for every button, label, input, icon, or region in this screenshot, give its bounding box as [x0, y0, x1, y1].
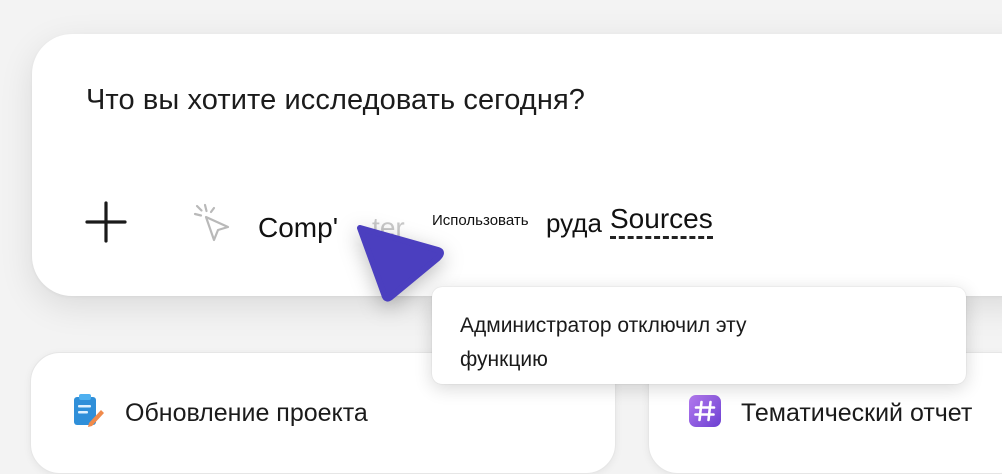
computer-use-label-start: Comp': [258, 212, 339, 243]
clipboard-edit-icon: [71, 393, 105, 429]
plus-icon: [85, 201, 127, 243]
card-title: Обновление проекта: [125, 399, 368, 427]
tooltip-text: Администратор отключил эту функцию: [460, 314, 747, 371]
cursor-click-icon: [192, 202, 236, 246]
card-title: Тематический отчет: [741, 399, 973, 427]
hashtag-icon: [689, 395, 723, 431]
add-button[interactable]: [84, 200, 128, 244]
composer-card: Что вы хотите исследовать сегодня? Comp'…: [32, 34, 1002, 296]
sources-button[interactable]: Sources: [610, 204, 713, 239]
composer-prompt[interactable]: Что вы хотите исследовать сегодня?: [86, 84, 585, 117]
tools-label: руда: [546, 208, 602, 238]
disabled-feature-tooltip: Администратор отключил эту функцию: [432, 287, 966, 384]
